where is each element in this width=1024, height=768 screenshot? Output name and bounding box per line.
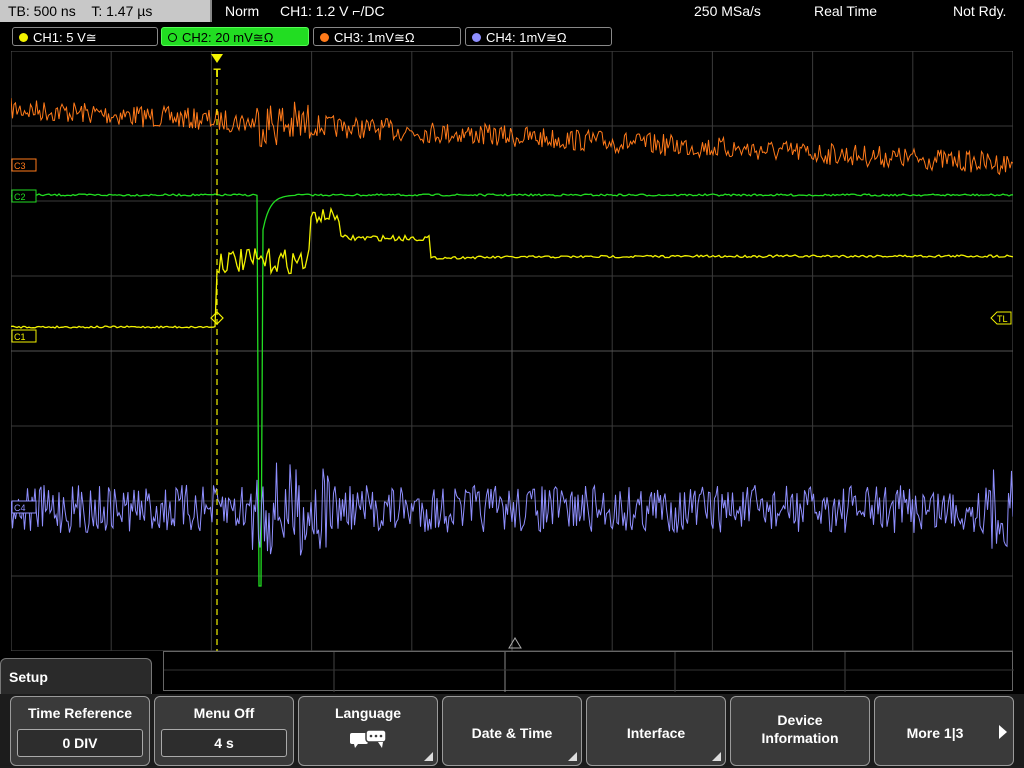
info-area-grid <box>164 652 1014 692</box>
ch4-ground-marker[interactable]: C4 <box>11 500 37 514</box>
date-time-label: Date & Time <box>471 725 553 741</box>
device-information-key[interactable]: Device Information <box>730 696 870 766</box>
svg-text:C1: C1 <box>14 332 26 342</box>
svg-text:C3: C3 <box>14 161 26 171</box>
menu-title-tab: Setup <box>0 658 152 698</box>
svg-text:C4: C4 <box>14 503 26 513</box>
trigger-info[interactable]: CH1: 1.2 V ⌐/DC <box>280 0 385 22</box>
acquisition-state: Not Rdy. <box>953 3 1007 19</box>
device-information-label: Device Information <box>761 712 839 746</box>
time-reference-label: Time Reference <box>27 705 132 721</box>
next-page-arrow-icon <box>999 725 1007 739</box>
time-reference-value[interactable]: 0 DIV <box>17 729 143 757</box>
ch4-label: CH4: 1mV≅Ω <box>486 30 567 45</box>
ch1-ground-marker[interactable]: C1 <box>11 329 37 343</box>
submenu-corner-icon <box>424 752 433 761</box>
ch2-color-icon <box>168 33 177 42</box>
channel-tab-ch3[interactable]: CH3: 1mV≅Ω <box>313 27 461 46</box>
more-key[interactable]: More 1|3 <box>874 696 1014 766</box>
ch2-ground-marker[interactable]: C2 <box>11 189 37 203</box>
channel-tab-ch1[interactable]: CH1: 5 V≅ <box>12 27 158 46</box>
interface-key[interactable]: Interface <box>586 696 726 766</box>
menu-off-label: Menu Off <box>193 705 255 721</box>
ch1-color-icon <box>19 33 28 42</box>
ch4-color-icon <box>472 33 481 42</box>
acquisition-mode: Real Time <box>814 3 878 19</box>
waveform-canvas[interactable]: T C3 C2 C1 C4 TL <box>11 51 1013 651</box>
waveform-display[interactable]: T C3 C2 C1 C4 TL <box>11 51 1013 651</box>
timebase-readout: TB: 500 ns <box>8 3 76 19</box>
svg-text:TL: TL <box>997 314 1008 324</box>
menu-off-key[interactable]: Menu Off 4 s <box>154 696 294 766</box>
channel-tab-ch4[interactable]: CH4: 1mV≅Ω <box>465 27 612 46</box>
submenu-corner-icon <box>568 752 577 761</box>
menu-off-value[interactable]: 4 s <box>161 729 287 757</box>
date-time-key[interactable]: Date & Time <box>442 696 582 766</box>
ch2-label: CH2: 20 mV≅Ω <box>182 30 274 45</box>
trigger-mode[interactable]: Norm <box>225 0 259 22</box>
trigger-time-readout: T: 1.47 µs <box>91 3 153 19</box>
language-key[interactable]: Language <box>298 696 438 766</box>
channel-tab-ch2[interactable]: CH2: 20 mV≅Ω <box>161 27 309 46</box>
info-area <box>163 651 1014 692</box>
sample-rate: 250 MSa/s <box>694 3 761 19</box>
interface-label: Interface <box>626 725 686 741</box>
more-label: More 1|3 <box>906 725 964 741</box>
menu-title: Setup <box>9 669 48 685</box>
svg-text:C2: C2 <box>14 192 26 202</box>
submenu-corner-icon <box>712 752 721 761</box>
ch1-label: CH1: 5 V≅ <box>33 30 97 45</box>
timebase-box[interactable]: TB: 500 ns T: 1.47 µs <box>0 0 212 22</box>
time-reference-key[interactable]: Time Reference 0 DIV <box>10 696 150 766</box>
ch3-ground-marker[interactable]: C3 <box>11 158 37 172</box>
language-label: Language <box>334 705 402 721</box>
ch3-label: CH3: 1mV≅Ω <box>334 30 415 45</box>
speech-bubbles-icon <box>350 729 387 748</box>
status-bar: TB: 500 ns T: 1.47 µs Norm CH1: 1.2 V ⌐/… <box>0 0 1024 24</box>
ch3-color-icon <box>320 33 329 42</box>
trigger-position-text: T <box>213 66 221 80</box>
